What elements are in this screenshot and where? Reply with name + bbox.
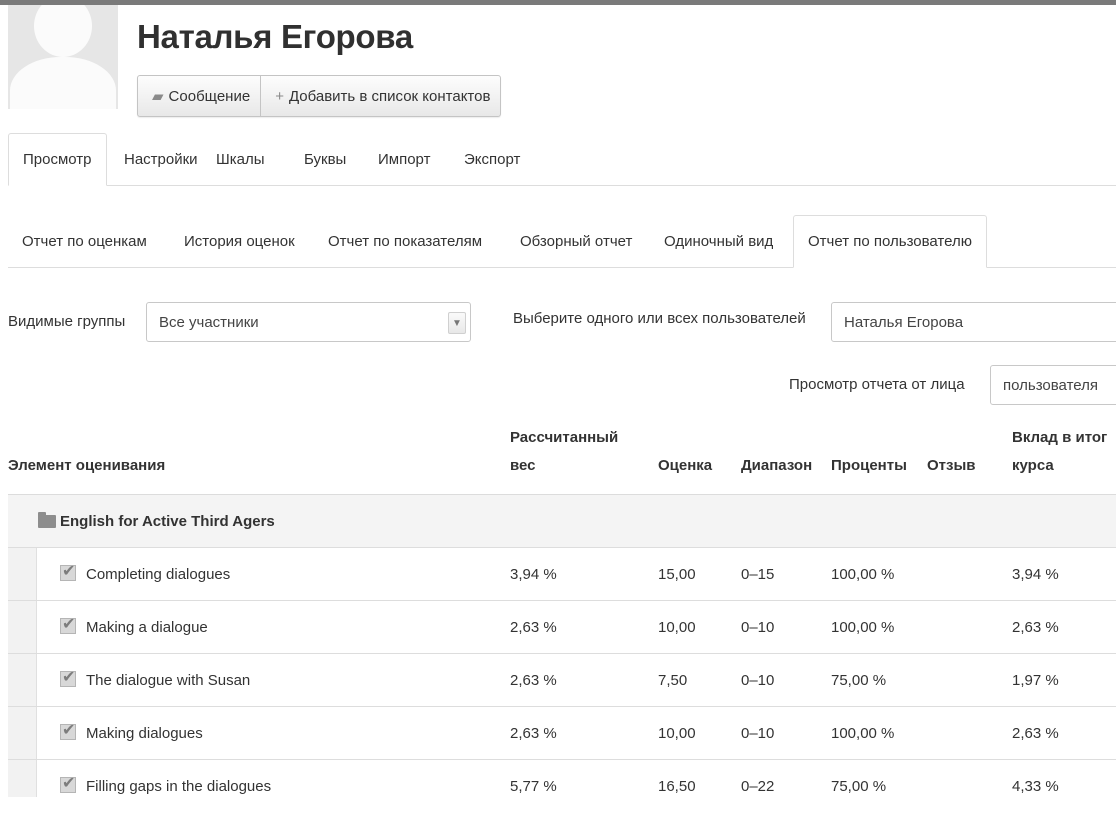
range-cell: 0–15 [741,566,775,583]
profile-actions: ▰ Сообщение + Добавить в список контакто… [137,75,502,117]
percent-cell: 100,00 % [831,619,895,636]
weight-cell: 2,63 % [510,619,557,636]
grade-item-link[interactable]: The dialogue with Susan [86,654,250,707]
grade-item-link[interactable]: Completing dialogues [86,548,230,601]
avatar-body-shape [10,57,116,109]
column-header-item: Элемент оценивания [8,457,166,474]
message-button-label: Сообщение [168,87,251,105]
contribution-cell: 4,33 % [1012,778,1059,795]
grade-cell: 15,00 [658,566,696,583]
column-header-weight-line1: Рассчитанный [510,429,619,446]
folder-icon [38,512,56,528]
avatar-head-shape [34,5,92,57]
category-name: English for Active Third Agers [60,513,275,530]
grade-item-link[interactable]: Making dialogues [86,707,203,760]
contribution-cell: 2,63 % [1012,725,1059,742]
grade-cell: 10,00 [658,725,696,742]
weight-cell: 3,94 % [510,566,557,583]
primary-tabs: Просмотр Настройки Шкалы Буквы Импорт Эк… [8,133,1116,186]
column-header-feedback: Отзыв [927,457,976,474]
contribution-cell: 2,63 % [1012,619,1059,636]
tab-view[interactable]: Просмотр [8,133,107,186]
tab-grade-history[interactable]: История оценок [170,215,309,267]
grade-item-link[interactable]: Filling gaps in the dialogues [86,760,271,813]
percent-cell: 100,00 % [831,566,895,583]
view-as-label: Просмотр отчета от лица [789,376,965,393]
grade-cell: 16,50 [658,778,696,795]
column-header-grade: Оценка [658,457,713,474]
groups-label: Видимые группы [8,313,126,330]
checkbox-icon [60,614,76,634]
table-row: Making dialogues 2,63 % 10,00 0–10 100,0… [8,707,1116,760]
weight-cell: 5,77 % [510,778,557,795]
range-cell: 0–10 [741,725,775,742]
groups-select[interactable]: Все участники ▼ [146,302,471,342]
percent-cell: 75,00 % [831,672,887,689]
tab-letters[interactable]: Буквы [290,133,360,185]
table-row: The dialogue with Susan 2,63 % 7,50 0–10… [8,654,1116,707]
range-cell: 0–10 [741,619,775,636]
groups-select-value: Все участники [159,313,259,331]
tab-single-view[interactable]: Одиночный вид [650,215,787,267]
column-header-weight-line2: вес [510,457,536,474]
tab-overview-report[interactable]: Обзорный отчет [506,215,646,267]
tab-export[interactable]: Экспорт [450,133,534,185]
weight-cell: 2,63 % [510,672,557,689]
top-bar [0,0,1116,5]
chevron-down-icon: ▼ [448,312,466,334]
column-header-range: Диапазон [741,457,813,474]
checkbox-icon [60,773,76,793]
avatar[interactable] [8,5,118,109]
weight-cell: 2,63 % [510,725,557,742]
range-cell: 0–22 [741,778,775,795]
speech-bubble-icon: ▰ [152,88,164,105]
column-header-contribution-line2: курса [1012,457,1054,474]
column-header-percent: Проценты [831,457,907,474]
report-tabs: Отчет по оценкам История оценок Отчет по… [8,215,1116,268]
tab-grader-report[interactable]: Отчет по оценкам [8,215,161,267]
category-row: English for Active Third Agers [8,495,1116,548]
tab-user-report[interactable]: Отчет по пользователю [793,215,987,268]
user-name-heading: Наталья Егорова [137,18,413,55]
add-contact-button-label: Добавить в список контактов [288,87,491,105]
tab-import[interactable]: Импорт [364,133,444,185]
user-select-label: Выберите одного или всех пользователей [513,310,806,327]
grade-cell: 7,50 [658,672,688,689]
tab-scales[interactable]: Шкалы [202,133,279,185]
user-select[interactable]: Наталья Егорова [831,302,1116,342]
tab-outcomes-report[interactable]: Отчет по показателям [314,215,496,267]
message-button[interactable]: ▰ Сообщение [138,76,260,116]
contribution-cell: 1,97 % [1012,672,1059,689]
column-header-contribution-line1: Вклад в итог [1012,429,1108,446]
tab-settings[interactable]: Настройки [110,133,212,185]
contribution-cell: 3,94 % [1012,566,1059,583]
grade-cell: 10,00 [658,619,696,636]
view-as-select-value: пользователя [1003,376,1098,394]
checkbox-icon [60,667,76,687]
user-select-value: Наталья Егорова [844,313,964,331]
table-row: Making a dialogue 2,63 % 10,00 0–10 100,… [8,601,1116,654]
checkbox-icon [60,561,76,581]
range-cell: 0–10 [741,672,775,689]
percent-cell: 75,00 % [831,778,887,795]
table-row: Filling gaps in the dialogues 5,77 % 16,… [8,760,1116,797]
add-contact-button[interactable]: + Добавить в список контактов [260,76,500,116]
plus-icon: + [275,87,284,105]
grade-item-link[interactable]: Making a dialogue [86,601,208,654]
checkbox-icon [60,720,76,740]
percent-cell: 100,00 % [831,725,895,742]
table-row: Completing dialogues 3,94 % 15,00 0–15 1… [8,548,1116,601]
view-as-select[interactable]: пользователя [990,365,1116,405]
